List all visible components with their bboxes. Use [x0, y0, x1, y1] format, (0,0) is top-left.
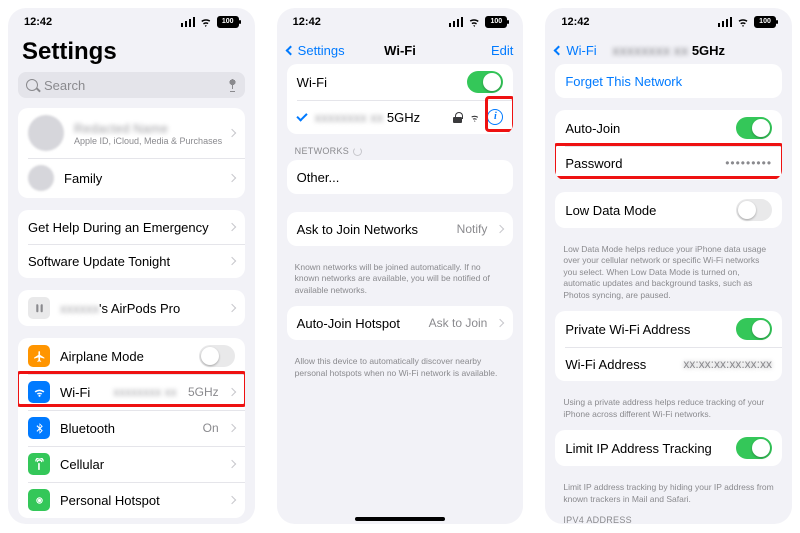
cellular-row[interactable]: Cellular [18, 446, 245, 482]
status-time: 12:42 [561, 16, 589, 28]
status-bar: 12:42 100 [277, 8, 524, 36]
battery-icon: 100 [754, 16, 776, 28]
auto-join-hotspot-row[interactable]: Auto-Join Hotspot Ask to Join [287, 306, 514, 340]
page-title: Settings [8, 36, 255, 72]
chevron-right-icon [227, 174, 235, 182]
nav-bar: Wi-Fi xxxxxxxx xx 5GHz [545, 36, 792, 64]
status-time: 12:42 [24, 16, 52, 28]
family-row[interactable]: Family [18, 158, 245, 198]
connected-network-row[interactable]: xxxxxxxx xx 5GHz i [287, 100, 514, 134]
search-icon [26, 79, 38, 91]
account-subtitle: Apple ID, iCloud, Media & Purchases [74, 136, 222, 146]
edit-button[interactable]: Edit [491, 43, 513, 58]
limit-ip-toggle[interactable] [736, 437, 772, 459]
wifi-address-row[interactable]: Wi-Fi Address xx:xx:xx:xx:xx:xx [555, 347, 782, 381]
bluetooth-row[interactable]: Bluetooth On [18, 410, 245, 446]
battery-icon: 100 [217, 16, 239, 28]
private-address-row[interactable]: Private Wi-Fi Address [555, 311, 782, 347]
status-bar: 12:42 100 [8, 8, 255, 36]
password-value: ••••••••• [725, 156, 772, 170]
ask-to-join-footer: Known networks will be joined automatica… [277, 258, 524, 306]
chevron-right-icon [227, 424, 235, 432]
search-input[interactable]: Search [18, 72, 245, 98]
software-update-row[interactable]: Software Update Tonight [18, 244, 245, 278]
airplane-mode-row[interactable]: Airplane Mode [18, 338, 245, 374]
private-address-toggle[interactable] [736, 318, 772, 340]
hotspot-row[interactable]: Personal Hotspot [18, 482, 245, 518]
password-row[interactable]: Password ••••••••• [555, 146, 782, 180]
cellular-signal-icon [449, 17, 463, 27]
limit-ip-footer: Limit IP address tracking by hiding your… [545, 478, 792, 515]
ipv4-header: IPV4 ADDRESS [545, 515, 792, 524]
status-time: 12:42 [293, 16, 321, 28]
emergency-row[interactable]: Get Help During an Emergency [18, 210, 245, 244]
airpods-row[interactable]: xxxxxx's AirPods Pro [18, 290, 245, 326]
wifi-status-icon [467, 17, 481, 27]
chevron-left-icon [285, 45, 295, 55]
networks-header: NETWORKS [277, 146, 524, 160]
chevron-right-icon [496, 319, 504, 327]
screen-wifi-list: 12:42 100 Settings Wi-Fi Edit Wi-Fi xxxx… [277, 8, 524, 524]
private-address-footer: Using a private address helps reduce tra… [545, 393, 792, 430]
bluetooth-icon [28, 417, 50, 439]
avatar [28, 115, 64, 151]
wifi-address-value: xx:xx:xx:xx:xx:xx [683, 357, 772, 371]
wifi-toggle[interactable] [467, 71, 503, 93]
back-button[interactable]: Wi-Fi [555, 43, 596, 58]
forget-network-button[interactable]: Forget This Network [555, 64, 782, 98]
chevron-right-icon [227, 388, 235, 396]
limit-ip-tracking-row[interactable]: Limit IP Address Tracking [555, 430, 782, 466]
chevron-right-icon [227, 223, 235, 231]
hotspot-icon [28, 489, 50, 511]
chevron-right-icon [227, 304, 235, 312]
low-data-toggle[interactable] [736, 199, 772, 221]
screen-settings: 12:42 100 Settings Search Redacted Name … [8, 8, 255, 524]
airpods-icon [28, 297, 50, 319]
wifi-master-toggle-row[interactable]: Wi-Fi [287, 64, 514, 100]
family-avatar-icon [28, 165, 54, 191]
account-name: Redacted Name [74, 121, 222, 136]
wifi-status-icon [199, 17, 213, 27]
auto-join-row[interactable]: Auto-Join [555, 110, 782, 146]
search-placeholder: Search [44, 78, 85, 93]
airpods-owner: xxxxxx [60, 301, 99, 316]
screen-wifi-details: 12:42 100 Wi-Fi xxxxxxxx xx 5GHz Forget … [545, 8, 792, 524]
nav-bar: Settings Wi-Fi Edit [277, 36, 524, 64]
info-icon[interactable]: i [487, 109, 503, 125]
chevron-right-icon [227, 460, 235, 468]
auto-join-toggle[interactable] [736, 117, 772, 139]
airplane-icon [28, 345, 50, 367]
lock-icon [453, 112, 462, 123]
cellular-signal-icon [181, 17, 195, 27]
spinner-icon [353, 147, 362, 156]
cellular-icon [28, 453, 50, 475]
chevron-right-icon [227, 257, 235, 265]
apple-id-row[interactable]: Redacted Name Apple ID, iCloud, Media & … [18, 108, 245, 158]
wifi-row[interactable]: Wi-Fi xxxxxxxx xx 5GHz [18, 374, 245, 410]
airplane-toggle[interactable] [199, 345, 235, 367]
other-network-row[interactable]: Other... [287, 160, 514, 194]
chevron-right-icon [227, 129, 235, 137]
home-indicator[interactable] [355, 517, 445, 521]
ask-to-join-row[interactable]: Ask to Join Networks Notify [287, 212, 514, 246]
chevron-right-icon [496, 225, 504, 233]
wifi-icon [28, 381, 50, 403]
dictate-icon[interactable] [228, 78, 237, 92]
status-bar: 12:42 100 [545, 8, 792, 36]
back-button[interactable]: Settings [287, 43, 345, 58]
chevron-right-icon [227, 496, 235, 504]
checkmark-icon [296, 110, 307, 121]
auto-join-footer: Allow this device to automatically disco… [277, 352, 524, 389]
wifi-status-icon [736, 17, 750, 27]
low-data-mode-row[interactable]: Low Data Mode [555, 192, 782, 228]
cellular-signal-icon [718, 17, 732, 27]
battery-icon: 100 [485, 16, 507, 28]
chevron-left-icon [554, 45, 564, 55]
low-data-footer: Low Data Mode helps reduce your iPhone d… [545, 240, 792, 311]
wifi-strength-icon [468, 112, 481, 122]
